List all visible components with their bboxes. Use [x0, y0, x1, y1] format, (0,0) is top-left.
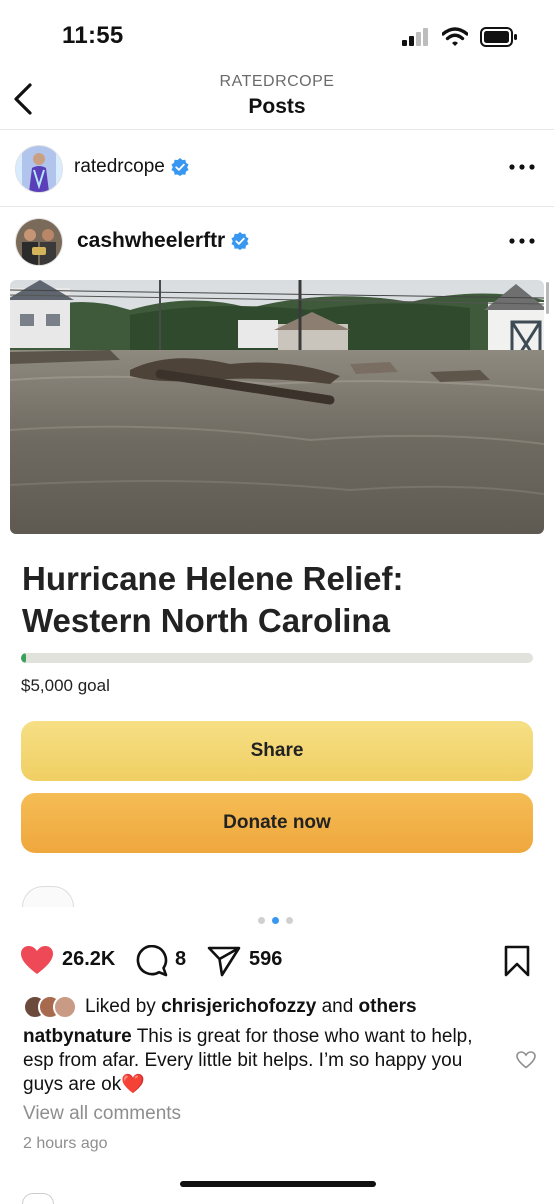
comment-count[interactable]: 8: [175, 948, 186, 971]
flood-photo: [10, 280, 544, 534]
verified-badge-icon: [171, 158, 189, 176]
bookmark-icon[interactable]: [504, 945, 530, 977]
profile-username: ratedrcope: [74, 156, 165, 177]
donate-now-button[interactable]: Donate now: [21, 793, 533, 853]
carousel-dot-1[interactable]: [258, 917, 265, 924]
share-button-label: Share: [250, 740, 304, 761]
liked-by-row[interactable]: Liked by chrisjerichofozzy and others: [23, 995, 417, 1019]
share-button[interactable]: Share: [21, 721, 533, 781]
avatar-group-photo-icon: [16, 219, 62, 265]
status-time: 11:55: [62, 22, 124, 49]
carousel-dot-2-active[interactable]: [272, 917, 279, 924]
more-dots-icon[interactable]: [509, 163, 535, 171]
comment-like-heart-icon[interactable]: [516, 1051, 536, 1069]
donate-button-label: Donate now: [223, 812, 331, 833]
post-author-row[interactable]: cashwheelerftr: [77, 229, 249, 253]
liked-by-prefix: Liked by: [85, 996, 156, 1017]
fundraiser-title: Hurricane Helene Relief: Western North C…: [22, 560, 404, 639]
wifi-icon: [442, 27, 468, 46]
header-subtitle: RATEDRCOPE: [219, 73, 335, 90]
post-author-username: cashwheelerftr: [77, 229, 226, 252]
status-icons: [402, 24, 518, 50]
more-dots-icon[interactable]: [509, 237, 535, 245]
comment-username[interactable]: natbynature: [23, 1026, 132, 1047]
liker-avatar: [53, 995, 77, 1019]
post-author-avatar[interactable]: [15, 218, 63, 266]
header-divider: [0, 129, 554, 130]
share-count[interactable]: 596: [249, 948, 282, 971]
home-indicator[interactable]: [180, 1181, 376, 1187]
comment-icon[interactable]: [135, 945, 169, 977]
view-all-comments-link[interactable]: View all comments: [23, 1103, 181, 1125]
next-section-avatar-peek: [22, 886, 74, 907]
share-paper-plane-icon[interactable]: [207, 945, 241, 977]
fundraiser-progress-bar: [21, 653, 533, 663]
profile-username-row[interactable]: ratedrcope: [74, 156, 189, 178]
scroll-indicator[interactable]: [546, 282, 549, 314]
verified-badge-icon: [231, 232, 249, 250]
profile-avatar[interactable]: [15, 145, 63, 193]
carousel-dot-3[interactable]: [286, 917, 293, 924]
like-count[interactable]: 26.2K: [62, 948, 115, 971]
like-heart-icon[interactable]: [20, 945, 54, 975]
next-post-avatar-peek: [22, 1193, 54, 1204]
page-title: Posts: [248, 95, 306, 118]
cellular-signal-icon: [402, 28, 428, 46]
fundraiser-goal: $5,000 goal: [21, 676, 110, 695]
liked-by-others[interactable]: others: [359, 996, 417, 1017]
post-timestamp: 2 hours ago: [23, 1135, 108, 1152]
row-divider: [0, 206, 554, 207]
top-comment: natbynature This is great for those who …: [23, 1025, 493, 1097]
liked-by-connector: and: [321, 996, 354, 1017]
fundraiser-progress-fill: [21, 653, 27, 663]
liked-by-user[interactable]: chrisjerichofozzy: [161, 996, 316, 1017]
avatar-figure-icon: [16, 146, 62, 192]
liked-by-avatars: [23, 995, 77, 1019]
battery-icon: [480, 27, 517, 47]
